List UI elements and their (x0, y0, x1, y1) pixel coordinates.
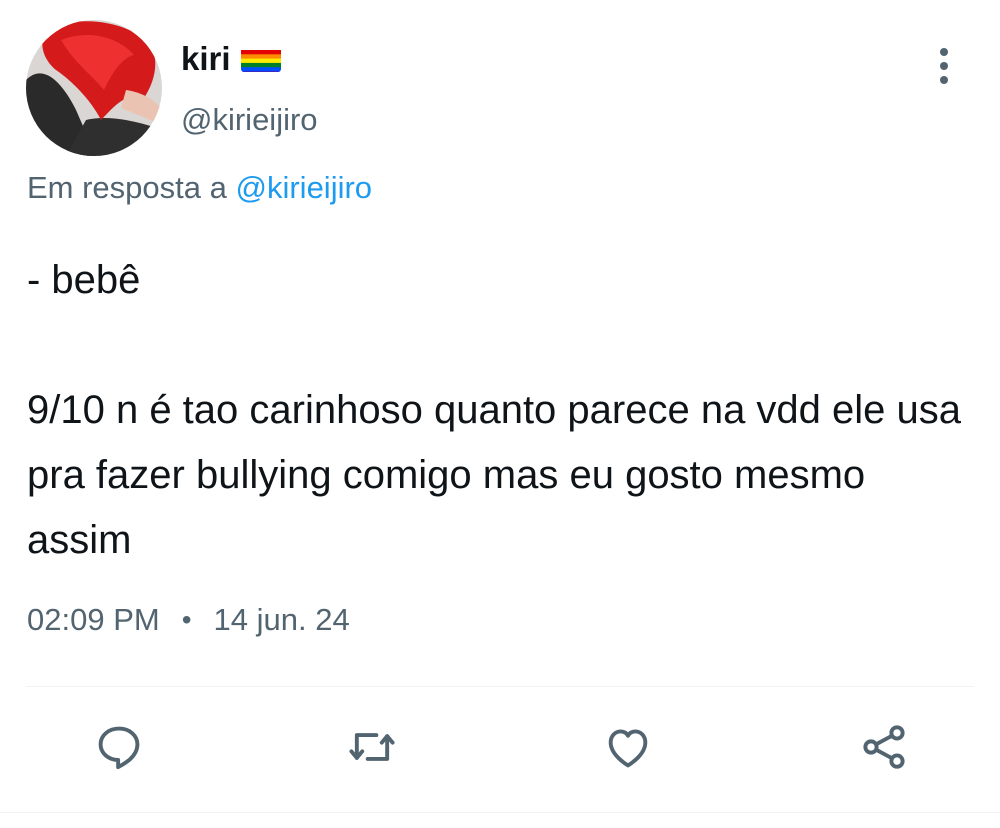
retweet-button[interactable] (340, 715, 404, 779)
like-button[interactable] (596, 715, 660, 779)
avatar[interactable] (26, 20, 162, 156)
tweet-time: 02:09 PM (27, 602, 160, 637)
reply-prefix: Em resposta a (27, 170, 227, 205)
reply-icon (98, 726, 140, 770)
share-icon (863, 725, 905, 769)
tweet-metadata: 02:09 PM • 14 jun. 24 (27, 602, 350, 638)
reply-to-handle-link[interactable]: @kirieijiro (236, 170, 373, 205)
display-name[interactable]: kiri (181, 40, 281, 78)
divider (26, 686, 974, 687)
tweet-text-line: - bebê (27, 258, 141, 302)
reply-context: Em resposta a @kirieijiro (27, 170, 372, 206)
bottom-divider (0, 812, 1000, 813)
display-name-text: kiri (181, 40, 231, 77)
more-options-icon[interactable] (926, 44, 962, 88)
rainbow-flag-icon (240, 46, 281, 72)
separator-dot: • (181, 604, 192, 635)
user-handle[interactable]: @kirieijiro (181, 102, 318, 138)
retweet-icon (349, 733, 395, 761)
tweet-text-paragraph: 9/10 n é tao carinhoso quanto parece na … (27, 388, 962, 562)
tweet-date: 14 jun. 24 (213, 602, 350, 637)
reply-button[interactable] (87, 715, 151, 779)
tweet-text: - bebê 9/10 n é tao carinhoso quanto par… (27, 248, 977, 573)
share-button[interactable] (852, 715, 916, 779)
action-bar (0, 715, 1000, 785)
like-icon (608, 729, 648, 768)
